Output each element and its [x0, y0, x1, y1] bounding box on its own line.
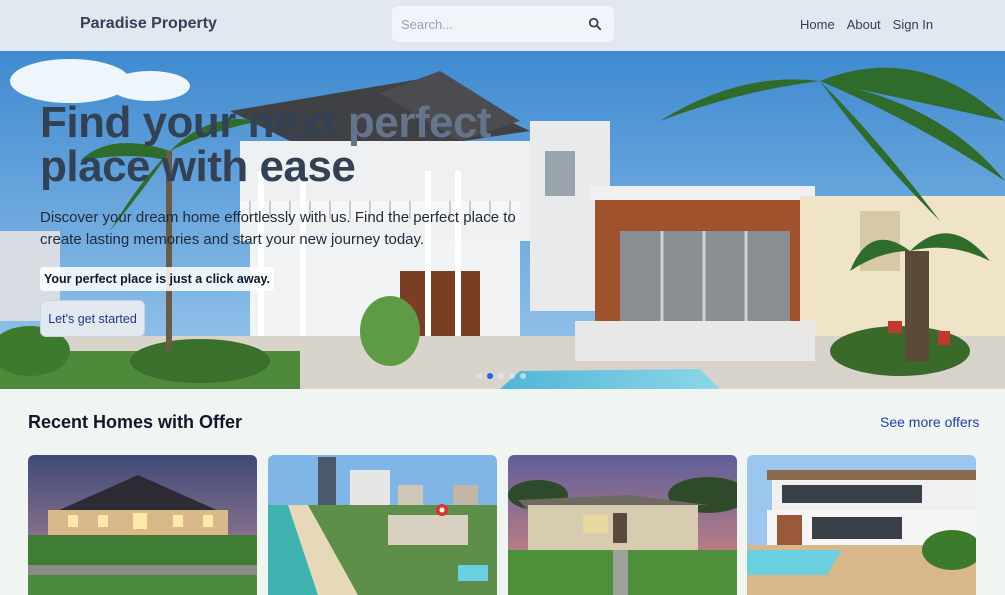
nav-home-link[interactable]: Home [800, 17, 835, 32]
hero-subtitle: Discover your dream home effortlessly wi… [40, 209, 516, 248]
main-nav: Home About Sign In [800, 17, 933, 32]
hero-tagline: Your perfect place is just a click away. [40, 267, 275, 291]
hero-title-highlight: perfect [347, 98, 492, 147]
carousel-dot[interactable] [476, 373, 482, 379]
carousel-dot[interactable] [498, 373, 504, 379]
nav-about-link[interactable]: About [847, 17, 881, 32]
offer-card-sunset-house[interactable] [508, 455, 737, 595]
offer-card-image [268, 455, 497, 595]
carousel-indicators [476, 373, 526, 379]
search-input[interactable] [401, 16, 588, 32]
offers-section-title: Recent Homes with Offer [28, 412, 243, 432]
hero-title: Find your next perfect place with ease [40, 101, 560, 189]
search-bar [392, 6, 614, 42]
top-navbar: Paradise Property Home About Sign In [0, 0, 1005, 51]
hero-carousel: Find your next perfect place with ease Di… [0, 51, 1005, 389]
get-started-button[interactable]: Let's get started [40, 300, 145, 337]
carousel-dot[interactable] [509, 373, 515, 379]
site-logo[interactable]: Paradise Property [80, 15, 217, 33]
search-icon[interactable] [588, 17, 602, 31]
offer-card-image [747, 455, 976, 595]
carousel-dot-active[interactable] [487, 373, 493, 379]
offer-card-image [28, 455, 257, 595]
see-more-offers-link[interactable]: See more offers [880, 414, 979, 430]
offer-card-beachfront[interactable] [268, 455, 497, 595]
hero-title-part1: Find your next [40, 98, 348, 147]
offer-card-mansion[interactable] [28, 455, 257, 595]
carousel-dot[interactable] [520, 373, 526, 379]
offer-card-modern-villa[interactable] [747, 455, 976, 595]
offer-card-image [508, 455, 737, 595]
nav-signin-link[interactable]: Sign In [893, 17, 933, 32]
hero-title-part2: place with ease [40, 142, 356, 191]
